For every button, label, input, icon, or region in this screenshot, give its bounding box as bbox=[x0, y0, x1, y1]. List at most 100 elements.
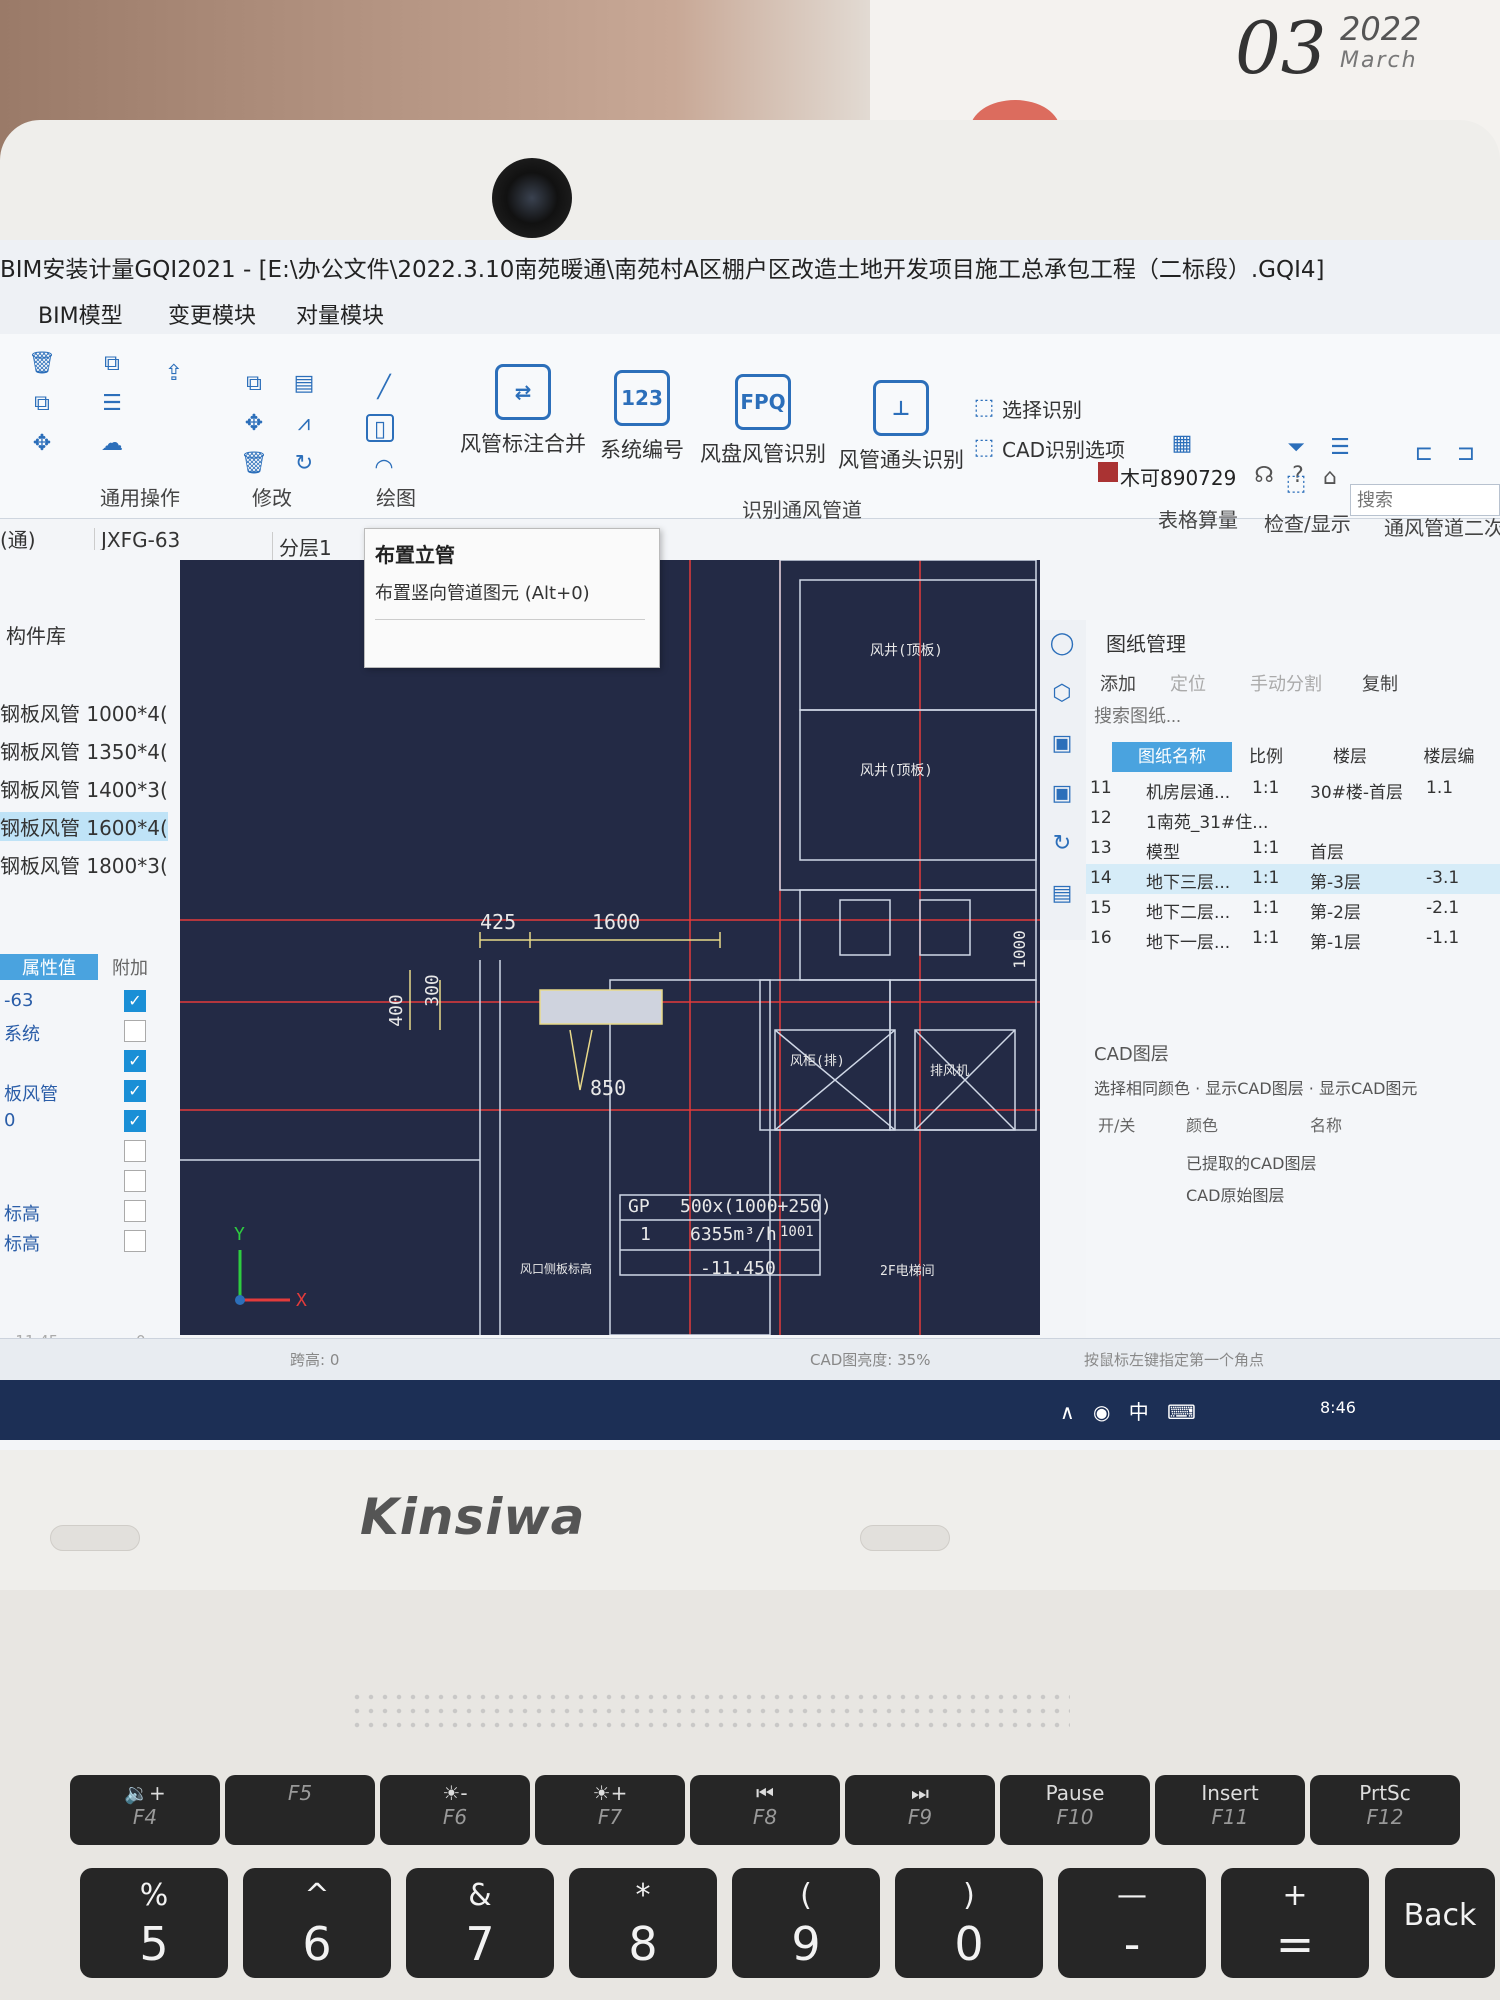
function-key[interactable]: PrtSc F12 bbox=[1310, 1775, 1460, 1845]
check-icon[interactable]: ⬚ bbox=[1282, 470, 1310, 498]
group-modify[interactable]: 修改 bbox=[252, 482, 292, 511]
drawing-cell-no[interactable]: 16 bbox=[1090, 928, 1112, 948]
number-key[interactable]: * 8 bbox=[569, 1868, 717, 1978]
cad-layers-actions[interactable]: 选择相同颜色 · 显示CAD图层 · 显示CAD图元 bbox=[1094, 1075, 1417, 1099]
menu-bim-model[interactable]: BIM模型 bbox=[38, 298, 123, 330]
component-item[interactable]: 钢板风管 1800*3( bbox=[0, 850, 168, 879]
drawing-cell-no[interactable]: 14 bbox=[1090, 868, 1112, 888]
cube-icon[interactable]: ▣ bbox=[1048, 730, 1076, 758]
export-icon[interactable]: ⇪ bbox=[160, 360, 188, 388]
drawing-search-input[interactable] bbox=[1094, 706, 1294, 727]
select-recognize-button[interactable]: 选择识别 bbox=[1002, 394, 1082, 423]
drawing-cell-floor[interactable]: 第-1层 bbox=[1310, 928, 1361, 953]
component-item-selected[interactable]: 钢板风管 1600*4( bbox=[0, 812, 168, 841]
move-icon[interactable]: ✥ bbox=[28, 430, 56, 458]
layer-copy-icon[interactable]: ⧉ bbox=[98, 350, 126, 378]
property-checkbox[interactable]: ✓ bbox=[124, 1080, 146, 1102]
properties-icon[interactable]: ▤ bbox=[1048, 880, 1076, 908]
number-key[interactable]: ^ 6 bbox=[243, 1868, 391, 1978]
cad-drawing-canvas[interactable]: 425 1600 300 400 850 1000 风井(顶板) 风井(顶板) … bbox=[180, 560, 1040, 1335]
cube2-icon[interactable]: ▣ bbox=[1048, 780, 1076, 808]
add-drawing-button[interactable]: 添加 bbox=[1100, 670, 1136, 696]
system-selector[interactable]: (通) bbox=[0, 524, 36, 553]
function-key[interactable]: Pause F10 bbox=[1000, 1775, 1150, 1845]
drawing-cell-floor[interactable]: 第-3层 bbox=[1310, 868, 1361, 893]
component-item[interactable]: 钢板风管 1350*4( bbox=[0, 736, 168, 765]
cad-layer-row[interactable]: CAD原始图层 bbox=[1186, 1182, 1284, 1206]
group-duct-secondary[interactable]: 通风管道二次编 bbox=[1384, 512, 1500, 541]
property-checkbox[interactable]: ✓ bbox=[124, 1110, 146, 1132]
drawing-cell-name[interactable]: 地下二层... bbox=[1146, 898, 1230, 923]
function-key[interactable]: 🔉+ F4 bbox=[70, 1775, 220, 1845]
rotate-icon[interactable]: ↻ bbox=[290, 450, 318, 478]
tab-properties[interactable]: 属性值 bbox=[0, 954, 98, 980]
duct-label-merge-button[interactable]: ⇄ 风管标注合并 bbox=[460, 364, 586, 458]
drawing-cell-floor[interactable]: 第-2层 bbox=[1310, 898, 1361, 923]
duct-edit-icon[interactable]: ⊏ bbox=[1410, 440, 1438, 468]
layers-icon[interactable]: ☰ bbox=[1326, 434, 1354, 462]
copy-drawing-button[interactable]: 复制 bbox=[1362, 670, 1398, 696]
col-scale[interactable]: 比例 bbox=[1236, 742, 1296, 772]
duct-edit2-icon[interactable]: ⊐ bbox=[1452, 440, 1480, 468]
backspace-key[interactable]: Back bbox=[1385, 1868, 1495, 1978]
rotate-view-icon[interactable]: ↻ bbox=[1048, 830, 1076, 858]
drawing-cell-no[interactable]: 15 bbox=[1090, 898, 1112, 918]
function-key[interactable]: ⏮ F8 bbox=[690, 1775, 840, 1845]
col-floor[interactable]: 楼层 bbox=[1300, 742, 1400, 772]
drawing-cell-name[interactable]: 1南苑_31#住... bbox=[1146, 808, 1268, 833]
duct-fitting-button[interactable]: ⊥ 风管通头识别 bbox=[838, 380, 964, 474]
delete-icon[interactable]: 🗑 bbox=[28, 350, 56, 378]
group-table-calc[interactable]: 表格算量 bbox=[1158, 504, 1238, 533]
cad-options-icon[interactable]: ⬚ bbox=[970, 434, 998, 462]
component-item[interactable]: 钢板风管 1000*4( bbox=[0, 698, 168, 727]
property-checkbox[interactable] bbox=[124, 1170, 146, 1192]
menu-quantity-module[interactable]: 对量模块 bbox=[296, 298, 384, 330]
drawing-cell-name[interactable]: 机房层通... bbox=[1146, 778, 1230, 803]
3d-view-icon[interactable]: ⬡ bbox=[1048, 680, 1076, 708]
drawing-cell-name[interactable]: 模型 bbox=[1146, 838, 1180, 863]
mirror-icon[interactable]: ⩘ bbox=[290, 410, 318, 438]
headset-icon[interactable]: ☊ bbox=[1250, 462, 1278, 490]
arc-icon[interactable]: ◠ bbox=[370, 454, 398, 482]
drawing-cell-code[interactable]: -2.1 bbox=[1426, 898, 1459, 918]
cad-options-button[interactable]: CAD识别选项 bbox=[1002, 434, 1125, 463]
group-general-ops[interactable]: 通用操作 bbox=[100, 482, 180, 511]
user-name[interactable]: 木可890729 bbox=[1120, 462, 1236, 491]
cad-layer-row[interactable]: 已提取的CAD图层 bbox=[1186, 1150, 1316, 1174]
cloud-icon[interactable]: ☁ bbox=[98, 430, 126, 458]
number-key[interactable]: % 5 bbox=[80, 1868, 228, 1978]
component-item[interactable]: 钢板风管 1400*3( bbox=[0, 774, 168, 803]
col-floor-code[interactable]: 楼层编 bbox=[1404, 742, 1494, 772]
drawing-cell-floor[interactable]: 30#楼-首层 bbox=[1310, 778, 1403, 803]
drawing-cell-scale[interactable]: 1:1 bbox=[1252, 838, 1279, 858]
drawing-cell-name[interactable]: 地下一层... bbox=[1146, 928, 1230, 953]
drawing-cell-code[interactable]: -1.1 bbox=[1426, 928, 1459, 948]
drawing-cell-floor[interactable]: 首层 bbox=[1310, 838, 1344, 863]
number-key[interactable]: ) 0 bbox=[895, 1868, 1043, 1978]
drawing-cell-no[interactable]: 12 bbox=[1090, 808, 1112, 828]
number-key[interactable]: — - bbox=[1058, 1868, 1206, 1978]
drawing-cell-no[interactable]: 13 bbox=[1090, 838, 1112, 858]
number-key[interactable]: + = bbox=[1221, 1868, 1369, 1978]
copy2-icon[interactable]: ⧉ bbox=[240, 370, 268, 398]
locate-button[interactable]: 定位 bbox=[1170, 670, 1206, 696]
component-selector[interactable]: JXFG-63 bbox=[94, 528, 180, 552]
system-tray[interactable]: ∧ ◉ 中 ⌨ bbox=[1060, 1396, 1202, 1425]
property-checkbox[interactable] bbox=[124, 1020, 146, 1042]
line-icon[interactable]: ╱ bbox=[370, 374, 398, 402]
drawing-cell-code[interactable]: -3.1 bbox=[1426, 868, 1459, 888]
clock[interactable]: 8:46 bbox=[1320, 1398, 1356, 1417]
menu-change-module[interactable]: 变更模块 bbox=[168, 298, 256, 330]
select-recognize-icon[interactable]: ⬚ bbox=[970, 394, 998, 422]
group-recognize-duct[interactable]: 识别通风管道 bbox=[742, 494, 862, 523]
function-key[interactable]: ☀+ F7 bbox=[535, 1775, 685, 1845]
vertical-pipe-icon[interactable]: ▯ bbox=[366, 414, 394, 442]
property-checkbox[interactable] bbox=[124, 1200, 146, 1222]
system-number-button[interactable]: 123 系统编号 bbox=[600, 370, 684, 464]
drawing-cell-scale[interactable]: 1:1 bbox=[1252, 898, 1279, 918]
skin-icon[interactable]: ⌂ bbox=[1316, 464, 1344, 492]
manual-split-button[interactable]: 手动分割 bbox=[1250, 670, 1322, 696]
tab-extra[interactable]: 附加 bbox=[112, 954, 148, 980]
drawing-cell-scale[interactable]: 1:1 bbox=[1252, 778, 1279, 798]
layer-selector[interactable]: 分层1 bbox=[272, 532, 332, 561]
